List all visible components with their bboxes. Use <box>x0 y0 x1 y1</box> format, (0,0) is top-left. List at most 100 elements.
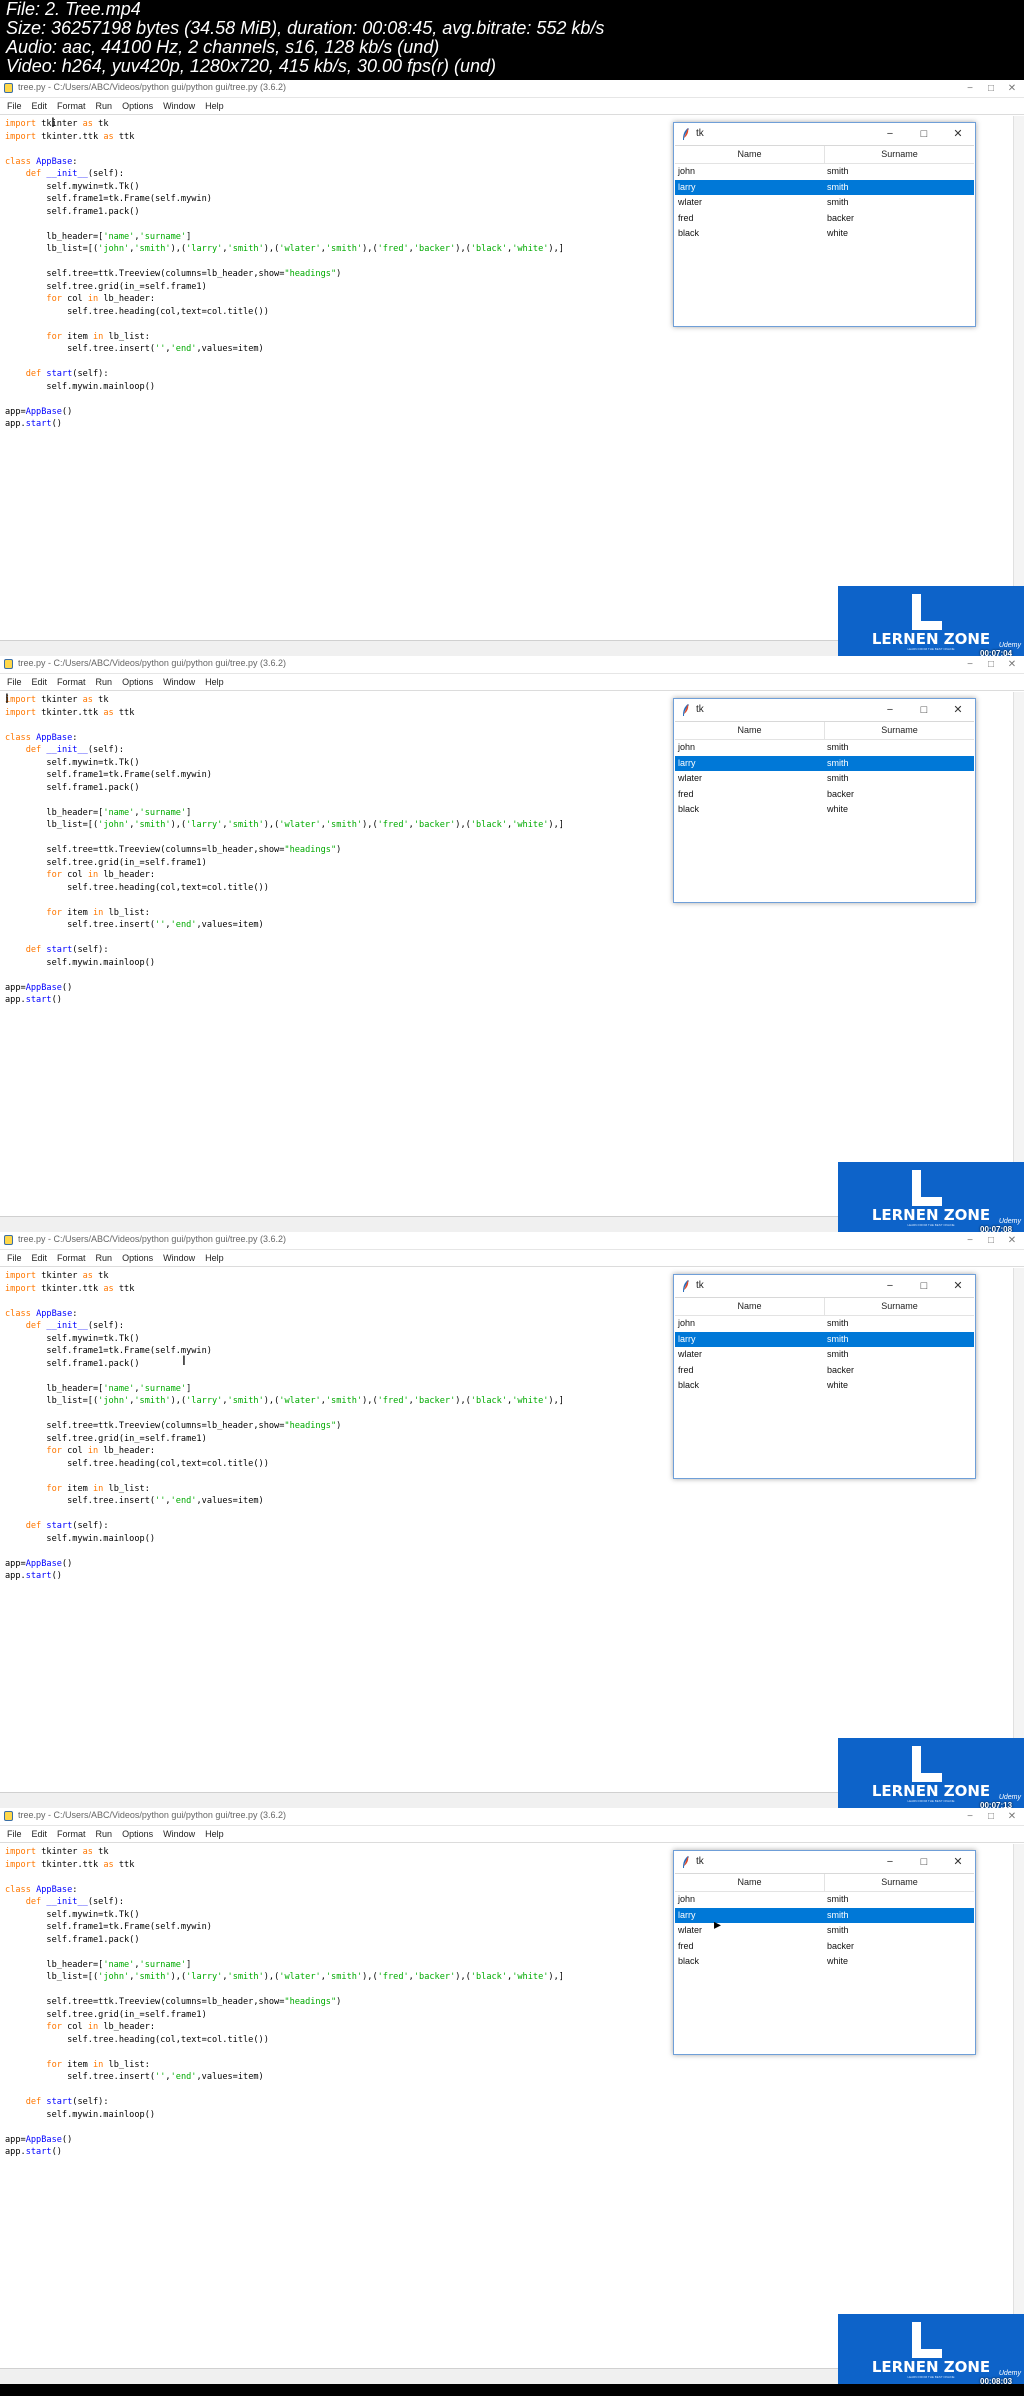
tree-row[interactable]: john smith <box>675 1892 974 1907</box>
treeview[interactable]: Name Surname john smith larry smith wlater sm… <box>675 721 974 902</box>
menu-run[interactable]: Run <box>91 674 118 690</box>
maximize-icon[interactable]: □ <box>980 656 1002 673</box>
tk-window[interactable]: tk − □ ✕ Name Surname john smith larry smit… <box>673 1850 976 2055</box>
tk-maximize-icon[interactable]: □ <box>912 701 936 719</box>
minimize-icon[interactable]: − <box>959 1808 981 1825</box>
menu-format[interactable]: Format <box>52 674 91 690</box>
tree-row[interactable]: fred backer <box>675 1939 974 1954</box>
minimize-icon[interactable]: − <box>959 80 981 97</box>
editor-scrollbar[interactable] <box>1013 1844 1024 2344</box>
maximize-icon[interactable]: □ <box>980 80 1002 97</box>
code-line: self.frame1=tk.Frame(self.mywin) <box>5 1346 212 1356</box>
tree-row[interactable]: larry smith <box>675 179 974 195</box>
tree-row[interactable]: wlater smith <box>675 1347 974 1362</box>
menu-options[interactable]: Options <box>117 98 158 114</box>
menu-window[interactable]: Window <box>158 98 200 114</box>
tree-row[interactable]: wlater smith <box>675 195 974 210</box>
menu-file[interactable]: File <box>0 1250 27 1266</box>
tk-close-icon[interactable]: ✕ <box>946 701 970 719</box>
treeview[interactable]: Name Surname john smith larry smith wlater sm… <box>675 1873 974 2054</box>
tree-cell-name: fred <box>678 212 694 223</box>
column-header-surname[interactable]: Surname <box>825 1298 974 1315</box>
column-header-name[interactable]: Name <box>675 1874 825 1891</box>
menu-edit[interactable]: Edit <box>27 1826 53 1842</box>
menu-window[interactable]: Window <box>158 674 200 690</box>
menu-options[interactable]: Options <box>117 674 158 690</box>
code-editor[interactable]: import tkinter as tk import tkinter.ttk a… <box>5 1846 564 2159</box>
tk-maximize-icon[interactable]: □ <box>912 1853 936 1871</box>
tk-close-icon[interactable]: ✕ <box>946 1277 970 1295</box>
column-header-surname[interactable]: Surname <box>825 146 974 163</box>
tree-row[interactable]: larry smith <box>675 755 974 771</box>
code-editor[interactable]: import tkinter as tk import tkinter.ttk a… <box>5 118 564 431</box>
tk-close-icon[interactable]: ✕ <box>946 125 970 143</box>
tk-maximize-icon[interactable]: □ <box>912 1277 936 1295</box>
tree-row[interactable]: john smith <box>675 740 974 755</box>
column-header-name[interactable]: Name <box>675 722 825 739</box>
tree-row[interactable]: wlater smith <box>675 771 974 786</box>
column-header-surname[interactable]: Surname <box>825 1874 974 1891</box>
menu-format[interactable]: Format <box>52 1250 91 1266</box>
menu-window[interactable]: Window <box>158 1250 200 1266</box>
column-header-surname[interactable]: Surname <box>825 722 974 739</box>
tk-window[interactable]: tk − □ ✕ Name Surname john smith larry smit… <box>673 122 976 327</box>
tk-close-icon[interactable]: ✕ <box>946 1853 970 1871</box>
menu-run[interactable]: Run <box>91 98 118 114</box>
close-icon[interactable]: ✕ <box>1001 1808 1023 1825</box>
code-editor[interactable]: import tkinter as tk import tkinter.ttk a… <box>5 694 564 1007</box>
menu-run[interactable]: Run <box>91 1826 118 1842</box>
column-header-name[interactable]: Name <box>675 1298 825 1315</box>
menu-edit[interactable]: Edit <box>27 1250 53 1266</box>
maximize-icon[interactable]: □ <box>980 1232 1002 1249</box>
treeview[interactable]: Name Surname john smith larry smith wlater sm… <box>675 1297 974 1478</box>
code-line: app=AppBase() <box>5 2134 73 2145</box>
code-line: self.frame1=tk.Frame(self.mywin) <box>5 1922 212 1932</box>
menu-help[interactable]: Help <box>200 674 229 690</box>
tree-row[interactable]: black white <box>675 802 974 817</box>
tree-row[interactable]: black white <box>675 1378 974 1393</box>
tree-row[interactable]: larry smith <box>675 1331 974 1347</box>
minimize-icon[interactable]: − <box>959 656 981 673</box>
tk-minimize-icon[interactable]: − <box>878 125 902 143</box>
editor-scrollbar[interactable] <box>1013 692 1024 1192</box>
minimize-icon[interactable]: − <box>959 1232 981 1249</box>
tree-row[interactable]: black white <box>675 1954 974 1969</box>
menu-help[interactable]: Help <box>200 98 229 114</box>
tree-row[interactable]: black white <box>675 226 974 241</box>
editor-scrollbar[interactable] <box>1013 116 1024 616</box>
menu-run[interactable]: Run <box>91 1250 118 1266</box>
maximize-icon[interactable]: □ <box>980 1808 1002 1825</box>
logo-text: LERNEN ZONE <box>871 1782 991 1800</box>
menu-format[interactable]: Format <box>52 98 91 114</box>
tk-minimize-icon[interactable]: − <box>878 701 902 719</box>
tree-row[interactable]: fred backer <box>675 787 974 802</box>
tk-maximize-icon[interactable]: □ <box>912 125 936 143</box>
column-header-name[interactable]: Name <box>675 146 825 163</box>
tk-minimize-icon[interactable]: − <box>878 1277 902 1295</box>
menu-file[interactable]: File <box>0 674 27 690</box>
close-icon[interactable]: ✕ <box>1001 656 1023 673</box>
editor-scrollbar[interactable] <box>1013 1268 1024 1768</box>
tree-row[interactable]: john smith <box>675 1316 974 1331</box>
close-icon[interactable]: ✕ <box>1001 1232 1023 1249</box>
treeview[interactable]: Name Surname john smith larry smith wlater sm… <box>675 145 974 326</box>
tree-row[interactable]: john smith <box>675 164 974 179</box>
tk-minimize-icon[interactable]: − <box>878 1853 902 1871</box>
menu-edit[interactable]: Edit <box>27 98 53 114</box>
tk-window[interactable]: tk − □ ✕ Name Surname john smith larry smit… <box>673 1274 976 1479</box>
menu-help[interactable]: Help <box>200 1250 229 1266</box>
menu-help[interactable]: Help <box>200 1826 229 1842</box>
tree-row[interactable]: fred backer <box>675 1363 974 1378</box>
close-icon[interactable]: ✕ <box>1001 80 1023 97</box>
tree-row[interactable]: fred backer <box>675 211 974 226</box>
menu-file[interactable]: File <box>0 1826 27 1842</box>
menu-options[interactable]: Options <box>117 1250 158 1266</box>
idle-window-title: tree.py - C:/Users/ABC/Videos/python gui… <box>18 82 286 92</box>
menu-format[interactable]: Format <box>52 1826 91 1842</box>
tk-window[interactable]: tk − □ ✕ Name Surname john smith larry smit… <box>673 698 976 903</box>
menu-file[interactable]: File <box>0 98 27 114</box>
menu-options[interactable]: Options <box>117 1826 158 1842</box>
menu-window[interactable]: Window <box>158 1826 200 1842</box>
code-editor[interactable]: import tkinter as tk import tkinter.ttk a… <box>5 1270 564 1583</box>
menu-edit[interactable]: Edit <box>27 674 53 690</box>
